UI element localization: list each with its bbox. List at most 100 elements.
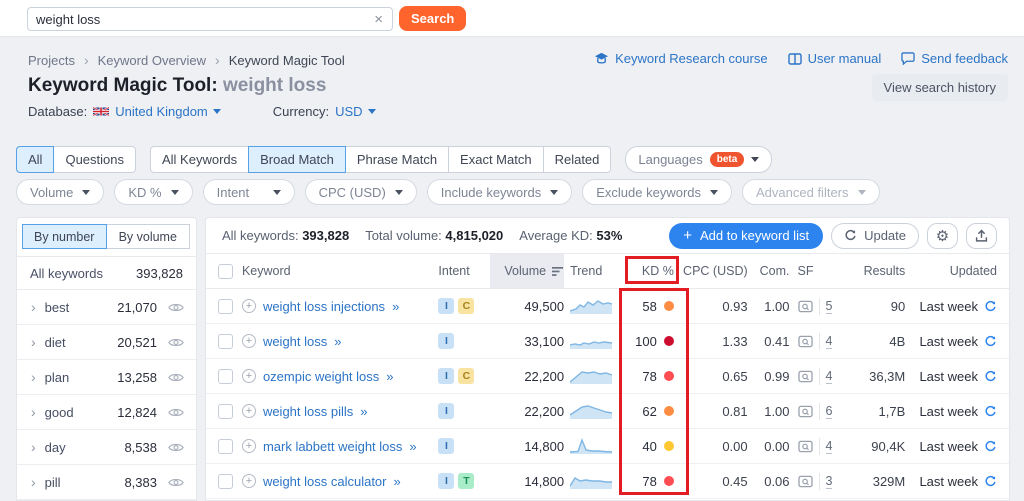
tab-broad-match[interactable]: Broad Match (248, 146, 346, 173)
expand-keyword-icon[interactable]: » (386, 369, 393, 384)
serp-features-icon[interactable] (797, 300, 813, 313)
serp-features-icon[interactable] (797, 370, 813, 383)
sf-count[interactable]: 4 (825, 369, 833, 384)
clear-search-icon[interactable]: × (365, 11, 392, 28)
intent-badge[interactable]: I (438, 298, 455, 314)
by-number-button[interactable]: By number (22, 224, 107, 249)
refresh-icon[interactable] (984, 440, 997, 453)
intent-badge[interactable]: I (438, 368, 455, 384)
expand-keyword-icon[interactable]: » (334, 334, 341, 349)
keyword-link[interactable]: ozempic weight loss (263, 369, 379, 384)
keyword-link[interactable]: weight loss pills (263, 404, 353, 419)
languages-dropdown[interactable]: Languages beta (625, 146, 773, 173)
breadcrumb-keyword-overview[interactable]: Keyword Overview (98, 53, 206, 68)
serp-features-icon[interactable] (797, 440, 813, 453)
kd-filter[interactable]: KD % (114, 179, 193, 205)
chevron-right-icon[interactable]: › (31, 334, 36, 350)
advanced-filters[interactable]: Advanced filters (742, 179, 880, 205)
tab-phrase-match[interactable]: Phrase Match (344, 146, 450, 173)
add-keyword-icon[interactable]: + (241, 404, 256, 418)
chevron-right-icon[interactable]: › (31, 369, 36, 385)
send-feedback-link[interactable]: Send feedback (901, 51, 1008, 66)
refresh-icon[interactable] (984, 300, 997, 313)
search-field[interactable]: × (27, 7, 393, 31)
tab-all-keywords[interactable]: All Keywords (150, 146, 250, 173)
row-checkbox[interactable] (218, 473, 233, 489)
add-keyword-icon[interactable]: + (241, 474, 256, 488)
update-button[interactable]: Update (831, 222, 919, 249)
column-header-cpc[interactable]: CPC (USD) (682, 254, 748, 288)
intent-badge[interactable]: I (438, 438, 455, 454)
row-checkbox[interactable] (218, 298, 233, 314)
column-header-results[interactable]: Results (841, 254, 906, 288)
expand-keyword-icon[interactable]: » (394, 474, 401, 489)
row-checkbox[interactable] (218, 333, 233, 349)
column-header-updated[interactable]: Updated (905, 254, 997, 288)
currency-selector[interactable]: USD (335, 104, 376, 119)
eye-icon[interactable] (168, 442, 184, 453)
sf-count[interactable]: 4 (825, 334, 833, 349)
table-settings-button[interactable]: ⚙ (927, 222, 958, 249)
tab-questions[interactable]: Questions (53, 146, 136, 173)
column-header-com[interactable]: Com. (748, 254, 790, 288)
intent-badge[interactable]: I (438, 403, 455, 419)
refresh-icon[interactable] (984, 405, 997, 418)
expand-keyword-icon[interactable]: » (360, 404, 367, 419)
column-header-kd[interactable]: KD % (622, 254, 682, 288)
view-search-history-button[interactable]: View search history (871, 74, 1008, 101)
intent-badge[interactable]: I (438, 473, 455, 489)
search-button[interactable]: Search (399, 6, 467, 31)
refresh-icon[interactable] (984, 370, 997, 383)
intent-badge[interactable]: C (458, 368, 475, 384)
sf-count[interactable]: 5 (825, 299, 833, 314)
tab-related[interactable]: Related (542, 146, 612, 173)
select-all-checkbox[interactable] (218, 263, 233, 279)
eye-icon[interactable] (168, 407, 184, 418)
keyword-link[interactable]: weight loss injections (263, 299, 385, 314)
export-button[interactable] (966, 222, 997, 249)
database-selector[interactable]: United Kingdom (115, 104, 221, 119)
eye-icon[interactable] (168, 337, 184, 348)
expand-keyword-icon[interactable]: » (392, 299, 399, 314)
by-volume-button[interactable]: By volume (105, 224, 190, 249)
refresh-icon[interactable] (984, 475, 997, 488)
intent-filter[interactable]: Intent (202, 179, 295, 205)
eye-icon[interactable] (168, 302, 184, 313)
sidebar-all-keywords-row[interactable]: All keywords 393,828 (17, 256, 196, 290)
add-keyword-icon[interactable]: + (241, 334, 256, 348)
chevron-right-icon[interactable]: › (31, 474, 36, 490)
column-header-sf[interactable]: SF (790, 254, 842, 288)
column-header-trend[interactable]: Trend (564, 254, 622, 288)
user-manual-link[interactable]: User manual (787, 51, 881, 66)
sf-count[interactable]: 4 (825, 439, 833, 454)
sf-count[interactable]: 3 (825, 474, 833, 489)
eye-icon[interactable] (168, 477, 184, 488)
chevron-right-icon[interactable]: › (31, 404, 36, 420)
search-input[interactable] (28, 11, 366, 27)
sidebar-group-good[interactable]: › good 12,824 (17, 395, 196, 430)
cpc-filter[interactable]: CPC (USD) (304, 179, 417, 205)
sf-count[interactable]: 6 (825, 404, 833, 419)
include-keywords-filter[interactable]: Include keywords (426, 179, 573, 205)
sidebar-group-pill[interactable]: › pill 8,383 (17, 465, 196, 500)
sidebar-group-diet[interactable]: › diet 20,521 (17, 325, 196, 360)
serp-features-icon[interactable] (797, 475, 813, 488)
sidebar-group-day[interactable]: › day 8,538 (17, 430, 196, 465)
serp-features-icon[interactable] (797, 405, 813, 418)
keyword-link[interactable]: weight loss calculator (263, 474, 387, 489)
add-to-keyword-list-button[interactable]: + Add to keyword list (669, 222, 824, 249)
intent-badge[interactable]: C (458, 298, 475, 314)
keyword-research-course-link[interactable]: Keyword Research course (594, 51, 768, 66)
intent-badge[interactable]: T (458, 473, 475, 489)
tab-exact-match[interactable]: Exact Match (448, 146, 544, 173)
tab-all[interactable]: All (16, 146, 55, 173)
chevron-right-icon[interactable]: › (31, 299, 36, 315)
exclude-keywords-filter[interactable]: Exclude keywords (582, 179, 733, 205)
column-header-intent[interactable]: Intent (438, 254, 490, 288)
volume-filter[interactable]: Volume (16, 179, 105, 205)
add-keyword-icon[interactable]: + (241, 299, 256, 313)
column-header-keyword[interactable]: Keyword (242, 254, 438, 288)
column-header-volume[interactable]: Volume (490, 254, 565, 288)
add-keyword-icon[interactable]: + (241, 439, 256, 453)
refresh-icon[interactable] (984, 335, 997, 348)
